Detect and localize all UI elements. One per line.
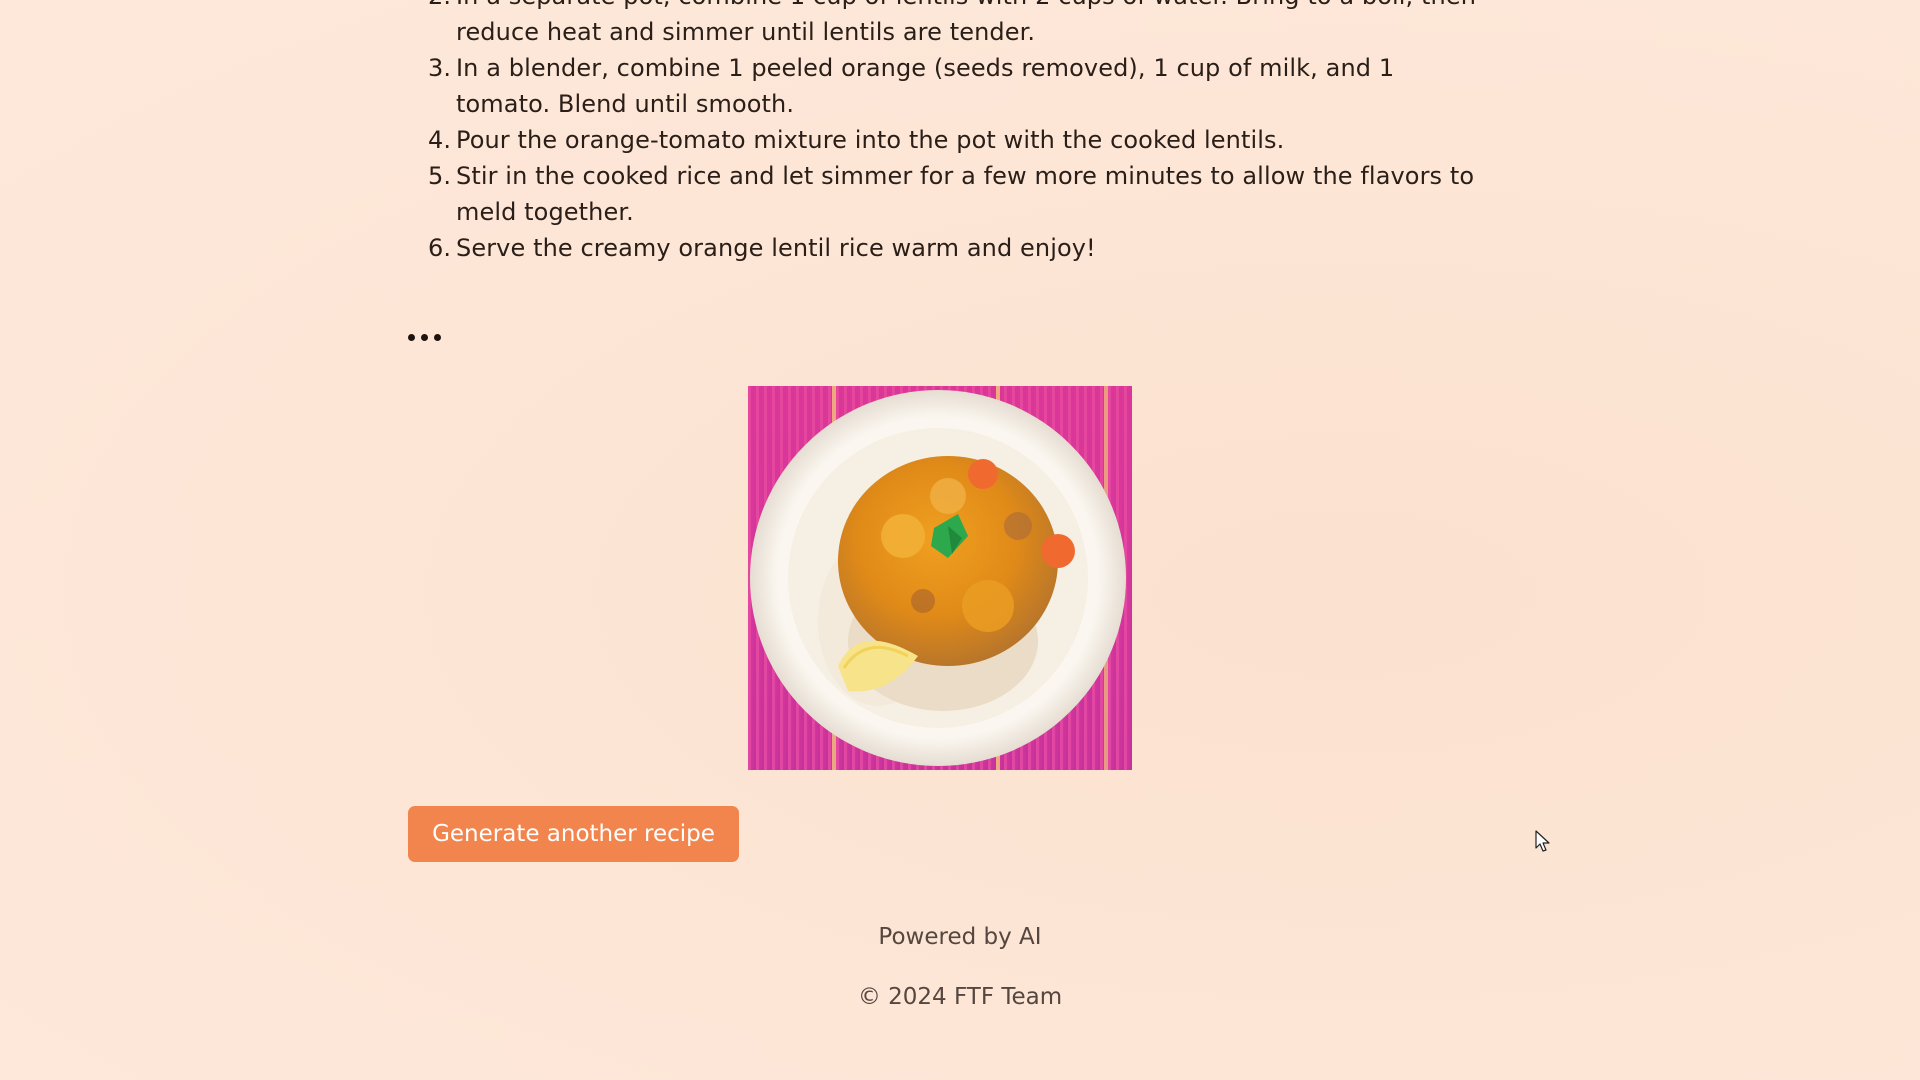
recipe-dish-image [748, 386, 1132, 770]
recipe-step: 4. Pour the orange-tomato mixture into t… [408, 122, 1488, 158]
step-text: In a separate pot, combine 1 cup of lent… [456, 0, 1476, 46]
powered-by-text: Powered by AI [878, 924, 1042, 950]
more-dots-icon [408, 334, 441, 341]
recipe-step: 2. In a separate pot, combine 1 cup of l… [408, 0, 1488, 50]
step-text: In a blender, combine 1 peeled orange (s… [456, 54, 1395, 118]
generate-another-recipe-button[interactable]: Generate another recipe [408, 806, 739, 862]
recipe-step: 6. Serve the creamy orange lentil rice w… [408, 230, 1488, 266]
recipe-page: 2. In a separate pot, combine 1 cup of l… [0, 0, 1920, 1080]
step-number: 4. [428, 126, 452, 154]
mouse-pointer-icon [1535, 830, 1550, 852]
step-text: Stir in the cooked rice and let simmer f… [456, 162, 1475, 226]
recipe-step: 5. Stir in the cooked rice and let simme… [408, 158, 1488, 230]
step-text: Serve the creamy orange lentil rice warm… [456, 234, 1096, 262]
copyright-text: © 2024 FTF Team [857, 984, 1063, 1010]
step-number: 2. [428, 0, 451, 14]
recipe-step: 3. In a blender, combine 1 peeled orange… [408, 50, 1488, 122]
recipe-steps-list: 2. In a separate pot, combine 1 cup of l… [408, 0, 1488, 266]
step-text: Pour the orange-tomato mixture into the … [456, 126, 1285, 154]
step-number: 3. [428, 54, 452, 82]
step-number: 5. [428, 162, 452, 190]
step-number: 6. [428, 234, 452, 262]
